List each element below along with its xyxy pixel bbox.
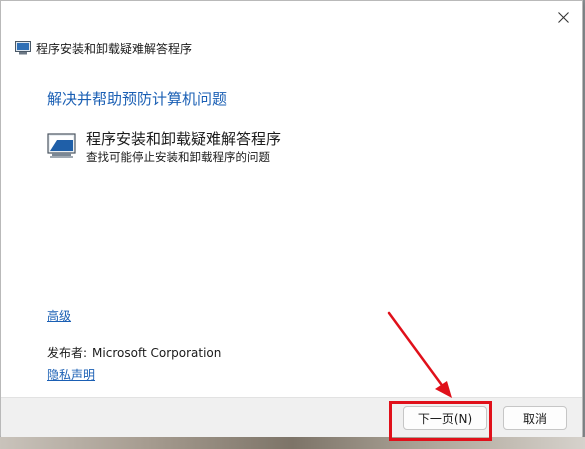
close-icon	[557, 11, 569, 23]
troubleshooter-description: 查找可能停止安装和卸载程序的问题	[86, 150, 270, 164]
close-button[interactable]	[547, 5, 579, 29]
next-button[interactable]: 下一页(N)	[403, 406, 487, 430]
window-title: 程序安装和卸载疑难解答程序	[36, 41, 193, 56]
troubleshooter-title: 程序安装和卸载疑难解答程序	[86, 130, 282, 148]
troubleshooter-computer-icon	[47, 133, 76, 158]
cancel-button[interactable]: 取消	[503, 406, 567, 430]
desktop-background	[0, 437, 585, 449]
publisher-label: 发布者:	[47, 346, 88, 360]
page-heading: 解决并帮助预防计算机问题	[47, 90, 228, 108]
publisher-line: 发布者: Microsoft Corporation	[47, 344, 221, 361]
advanced-link[interactable]: 高级	[47, 307, 71, 324]
privacy-statement-link[interactable]: 隐私声明	[47, 366, 95, 383]
troubleshooter-window: 程序安装和卸载疑难解答程序 解决并帮助预防计算机问题 程序安装和卸载疑难解答程序…	[0, 0, 583, 443]
dialog-footer: 下一页(N) 取消	[1, 397, 582, 442]
publisher-value: Microsoft Corporation	[92, 346, 222, 360]
window-title-bar: 程序安装和卸载疑难解答程序	[15, 39, 192, 57]
troubleshooter-app-icon	[15, 41, 31, 55]
